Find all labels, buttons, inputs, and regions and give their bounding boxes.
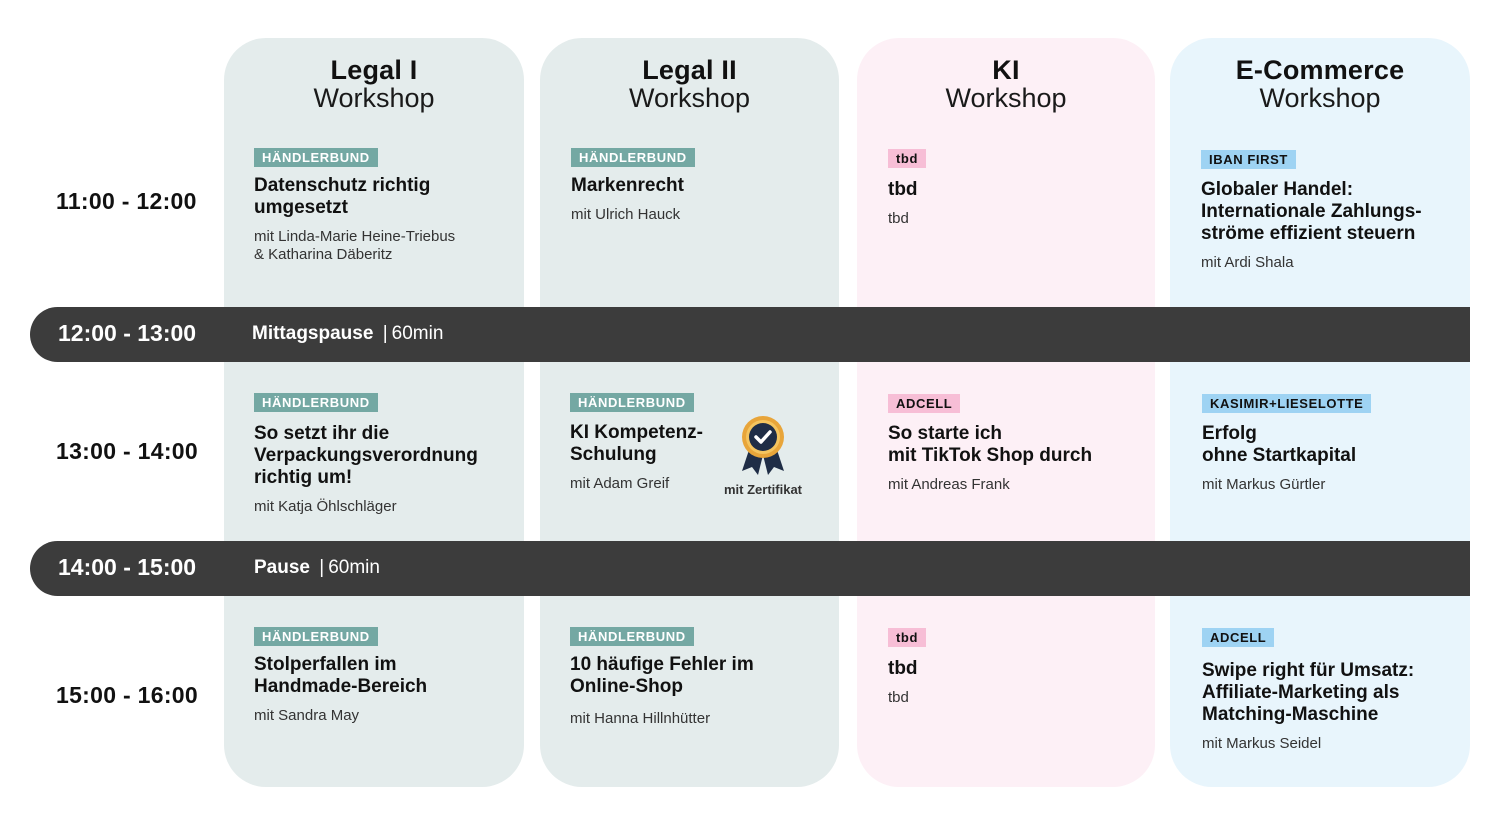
lunch-break-label: Mittagspause: [252, 323, 374, 344]
time-slot-2: 13:00 - 14:00: [56, 438, 198, 464]
session-title: Erfolg ohne Startkapital: [1202, 423, 1357, 466]
session-speaker: mit Andreas Frank: [888, 476, 1010, 493]
column-subtitle: Workshop: [945, 83, 1067, 113]
column-title: Legal II: [642, 55, 737, 85]
session-title: Stolperfallen im Handmade-Bereich: [254, 654, 428, 697]
session-title: So starte ich mit TikTok Shop durch: [888, 423, 1093, 466]
session-speaker: mit Markus Gürtler: [1202, 476, 1326, 493]
session-card: HÄNDLERBUND Datenschutz richtig umgesetz…: [254, 148, 509, 264]
session-title: Markenrecht: [571, 175, 684, 196]
sponsor-tag: HÄNDLERBUND: [254, 393, 378, 412]
sponsor-tag: HÄNDLERBUND: [571, 148, 695, 167]
column-subtitle: Workshop: [1259, 83, 1381, 113]
sponsor-tag: tbd: [888, 149, 927, 168]
session-card: HÄNDLERBUND So setzt ihr die Verpackungs…: [254, 393, 509, 516]
session-title: So setzt ihr die Verpackungsverordnung r…: [254, 423, 478, 488]
column-header: Legal II Workshop: [540, 56, 839, 112]
lunch-break-time: 12:00 - 13:00: [58, 320, 197, 346]
certificate-badge: mit Zertifikat: [715, 415, 811, 497]
column-title: KI: [992, 55, 1020, 85]
session-card: IBAN FIRST Globaler Handel: Internationa…: [1201, 150, 1456, 272]
lunch-break-separator: |: [382, 323, 388, 344]
session-speaker: mit Hanna Hillnhütter: [570, 710, 711, 727]
sponsor-tag: HÄNDLERBUND: [254, 148, 378, 167]
session-speaker: mit Adam Greif: [570, 475, 670, 492]
pause-time: 14:00 - 15:00: [58, 554, 197, 580]
session-speaker: mit Linda-Marie Heine-Triebus & Katharin…: [254, 228, 456, 263]
session-title: Swipe right für Umsatz: Affiliate-Market…: [1202, 660, 1415, 725]
session-title: tbd: [888, 179, 918, 200]
session-card: ADCELL So starte ich mit TikTok Shop dur…: [888, 394, 1143, 494]
session-title: tbd: [888, 658, 918, 679]
session-title: KI Kompetenz- Schulung: [570, 422, 703, 465]
lunch-break-duration: 60min: [391, 323, 444, 344]
session-speaker: tbd: [888, 210, 909, 227]
session-speaker: mit Ulrich Hauck: [571, 206, 681, 223]
session-card: KASIMIR+LIESELOTTE Erfolg ohne Startkapi…: [1202, 394, 1457, 494]
session-title: 10 häufige Fehler im Online-Shop: [570, 654, 754, 697]
pause-separator: |: [319, 557, 325, 578]
time-slot-3: 15:00 - 16:00: [56, 682, 198, 708]
session-card: HÄNDLERBUND 10 häufige Fehler im Online-…: [570, 627, 825, 728]
pause-band: 14:00 - 15:00 Pause | 60min: [30, 541, 1470, 596]
pause-duration: 60min: [328, 557, 380, 578]
session-speaker: mit Sandra May: [254, 707, 360, 724]
sponsor-tag: IBAN FIRST: [1201, 150, 1296, 169]
sponsor-tag: HÄNDLERBUND: [254, 627, 378, 646]
column-header: Legal I Workshop: [224, 56, 524, 112]
session-title: Datenschutz richtig umgesetzt: [254, 175, 431, 218]
column-subtitle: Workshop: [313, 83, 435, 113]
session-card: HÄNDLERBUND Markenrecht mit Ulrich Hauck: [571, 148, 826, 224]
session-speaker: tbd: [888, 689, 909, 706]
certificate-label: mit Zertifikat: [723, 482, 802, 497]
pause-label: Pause: [254, 557, 310, 578]
session-speaker: mit Katja Öhlschläger: [254, 498, 397, 515]
session-card: tbd tbd tbd: [888, 149, 1143, 228]
column-header: KI Workshop: [857, 56, 1155, 112]
sponsor-tag: KASIMIR+LIESELOTTE: [1202, 394, 1372, 413]
column-header: E-Commerce Workshop: [1170, 56, 1470, 112]
session-speaker: mit Ardi Shala: [1201, 254, 1294, 271]
lunch-break-label-group: Mittagspause | 60min: [252, 323, 443, 345]
session-title: Globaler Handel: Internationale Zahlungs…: [1201, 179, 1422, 244]
sponsor-tag: ADCELL: [1202, 628, 1275, 647]
sponsor-tag: tbd: [888, 628, 927, 647]
session-card: HÄNDLERBUND Stolperfallen im Handmade-Be…: [254, 627, 509, 725]
session-card: ADCELL Swipe right für Umsatz: Affiliate…: [1202, 628, 1457, 753]
sponsor-tag: HÄNDLERBUND: [570, 627, 694, 646]
sponsor-tag: HÄNDLERBUND: [570, 393, 694, 412]
column-title: E-Commerce: [1235, 55, 1405, 85]
session-speaker: mit Markus Seidel: [1202, 735, 1322, 752]
session-card: tbd tbd tbd: [888, 628, 1143, 707]
lunch-break-band: 12:00 - 13:00 Mittagspause | 60min: [30, 307, 1470, 362]
pause-label-group: Pause | 60min: [254, 557, 380, 579]
award-rosette-icon: [742, 416, 784, 475]
time-slot-1: 11:00 - 12:00: [56, 188, 197, 214]
column-title: Legal I: [330, 55, 418, 85]
session-card: HÄNDLERBUND KI Kompetenz- Schulung mit A…: [570, 393, 730, 493]
sponsor-tag: ADCELL: [888, 394, 961, 413]
column-subtitle: Workshop: [628, 83, 751, 113]
